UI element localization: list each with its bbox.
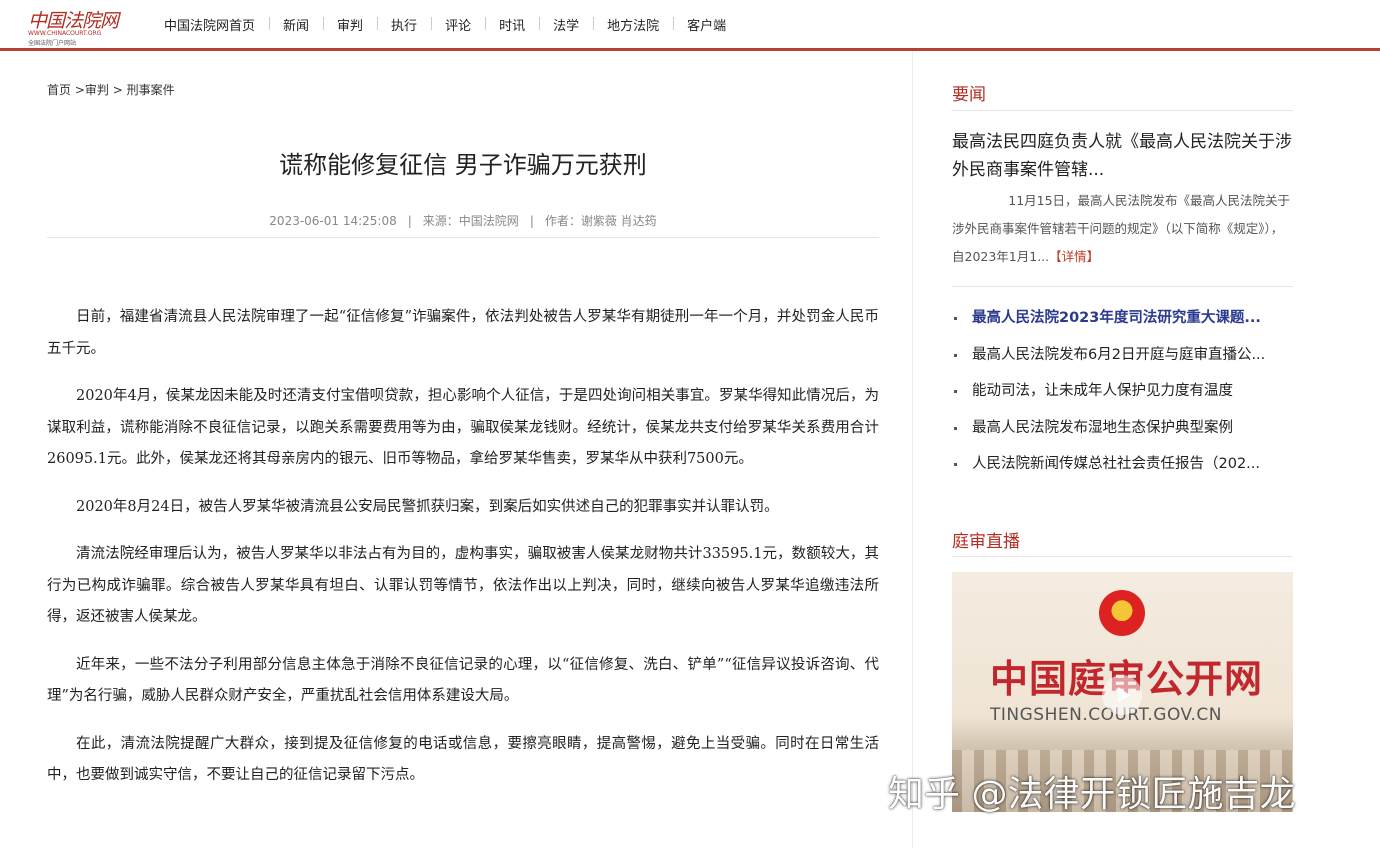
- article-title: 谎称能修复征信 男子诈骗万元获刑: [279, 151, 647, 179]
- meta-separator: |: [529, 214, 534, 228]
- news-section-heading: 要闻: [952, 85, 986, 105]
- news-list-item[interactable]: 最高人民法院发布湿地生态保护典型案例: [952, 410, 1293, 447]
- article-meta: 2023-06-01 14:25:08 | 来源：中国法院网 | 作者：谢紫薇 肖达筠: [47, 212, 879, 229]
- feature-divider: [952, 286, 1293, 287]
- news-list-item[interactable]: 最高人民法院发布6月2日开庭与庭审直播公...: [952, 337, 1293, 374]
- article-paragraph: 在此，清流法院提醒广大群众，接到提及征信修复的电话或信息，要擦亮眼睛，提高警惕，…: [47, 735, 879, 784]
- logo-english-text: WWW.CHINACOURT.ORG: [28, 30, 102, 37]
- news-heading-divider: [952, 110, 1293, 111]
- news-list-item[interactable]: 人民法院新闻传媒总社社会责任报告（202...: [952, 446, 1293, 483]
- nav-item-current-news[interactable]: 时讯: [485, 15, 539, 34]
- live-trial-heading: 庭审直播: [952, 532, 1020, 552]
- article-paragraph: 近年来，一些不法分子利用部分信息主体急于消除不良征信记录的心理，以“征信修复、洗…: [47, 656, 879, 705]
- nav-item-local-courts[interactable]: 地方法院: [593, 15, 673, 34]
- news-list-item[interactable]: 能动司法，让未成年人保护见力度有温度: [952, 373, 1293, 410]
- meta-separator: |: [407, 214, 412, 228]
- meta-divider: [47, 237, 879, 238]
- article-paragraph: 清流法院经审理后认为，被告人罗某华以非法占有为目的，虚构事实，骗取被害人侯某龙财…: [47, 546, 879, 625]
- main-nav: 中国法院网首页 新闻 审判 执行 评论 时讯 法学 地方法院 客户端: [150, 0, 740, 48]
- watermark-text: 知乎 @法律开锁匠施吉龙: [888, 774, 1296, 815]
- nav-item-client-app[interactable]: 客户端: [673, 15, 740, 34]
- top-header: 中国法院网 WWW.CHINACOURT.ORG 全国法院门户网站 中国法院网首…: [0, 0, 1380, 48]
- breadcrumb-separator: >: [74, 83, 85, 97]
- nav-item-enforcement[interactable]: 执行: [377, 15, 431, 34]
- article-paragraph: 2020年8月24日，被告人罗某华被清流县公安局民警抓获归案，到案后如实供述自己…: [76, 498, 779, 515]
- national-emblem-icon: [1099, 590, 1145, 636]
- play-icon[interactable]: [1102, 675, 1142, 715]
- featured-news-title[interactable]: 最高法民四庭负责人就《最高人民法院关于涉外民商事案件管辖...: [952, 128, 1293, 184]
- nav-item-trial[interactable]: 审判: [323, 15, 377, 34]
- news-list-item[interactable]: 最高人民法院2023年度司法研究重大课题...: [952, 300, 1293, 337]
- column-divider: [912, 51, 913, 848]
- live-heading-divider: [952, 556, 1293, 557]
- header-accent-line: [0, 48, 1380, 51]
- site-logo[interactable]: 中国法院网 WWW.CHINACOURT.ORG 全国法院门户网站: [26, 4, 126, 47]
- nav-item-commentary[interactable]: 评论: [431, 15, 485, 34]
- nav-item-home[interactable]: 中国法院网首页: [150, 15, 269, 34]
- nav-item-law-studies[interactable]: 法学: [539, 15, 593, 34]
- featured-news-summary: 11月15日，最高人民法院发布《最高人民法院关于涉外民商事案件管辖若干问题的规定…: [952, 187, 1293, 271]
- article-source: 来源：中国法院网: [422, 214, 519, 228]
- breadcrumb-home-link[interactable]: 首页: [47, 83, 71, 97]
- details-link[interactable]: 【详情】: [1049, 249, 1099, 264]
- nav-item-news[interactable]: 新闻: [269, 15, 323, 34]
- breadcrumb-criminal-link[interactable]: 刑事案件: [127, 83, 175, 97]
- article-date: 2023-06-01 14:25:08: [269, 214, 397, 228]
- breadcrumb-trial-link[interactable]: 审判: [85, 83, 109, 97]
- breadcrumb-separator: >: [112, 83, 123, 97]
- logo-subtitle: 全国法院门户网站: [28, 40, 77, 47]
- breadcrumb: 首页 >审判 > 刑事案件: [47, 81, 175, 98]
- article-body: 日前，福建省清流县人民法院审理了一起“征信修复”诈骗案件，依法判处被告人罗某华有…: [47, 302, 879, 808]
- article-paragraph: 日前，福建省清流县人民法院审理了一起“征信修复”诈骗案件，依法判处被告人罗某华有…: [47, 309, 879, 357]
- featured-summary-text: 11月15日，最高人民法院发布《最高人民法院关于涉外民商事案件管辖若干问题的规定…: [952, 193, 1291, 264]
- logo-chinese-text: 中国法院网: [28, 10, 119, 32]
- news-list: 最高人民法院2023年度司法研究重大课题... 最高人民法院发布6月2日开庭与庭…: [952, 300, 1293, 483]
- article-author: 作者：谢紫薇 肖达筠: [544, 214, 657, 228]
- article-paragraph: 2020年4月，侯某龙因未能及时还清支付宝借呗贷款，担心影响个人征信，于是四处询…: [47, 388, 879, 467]
